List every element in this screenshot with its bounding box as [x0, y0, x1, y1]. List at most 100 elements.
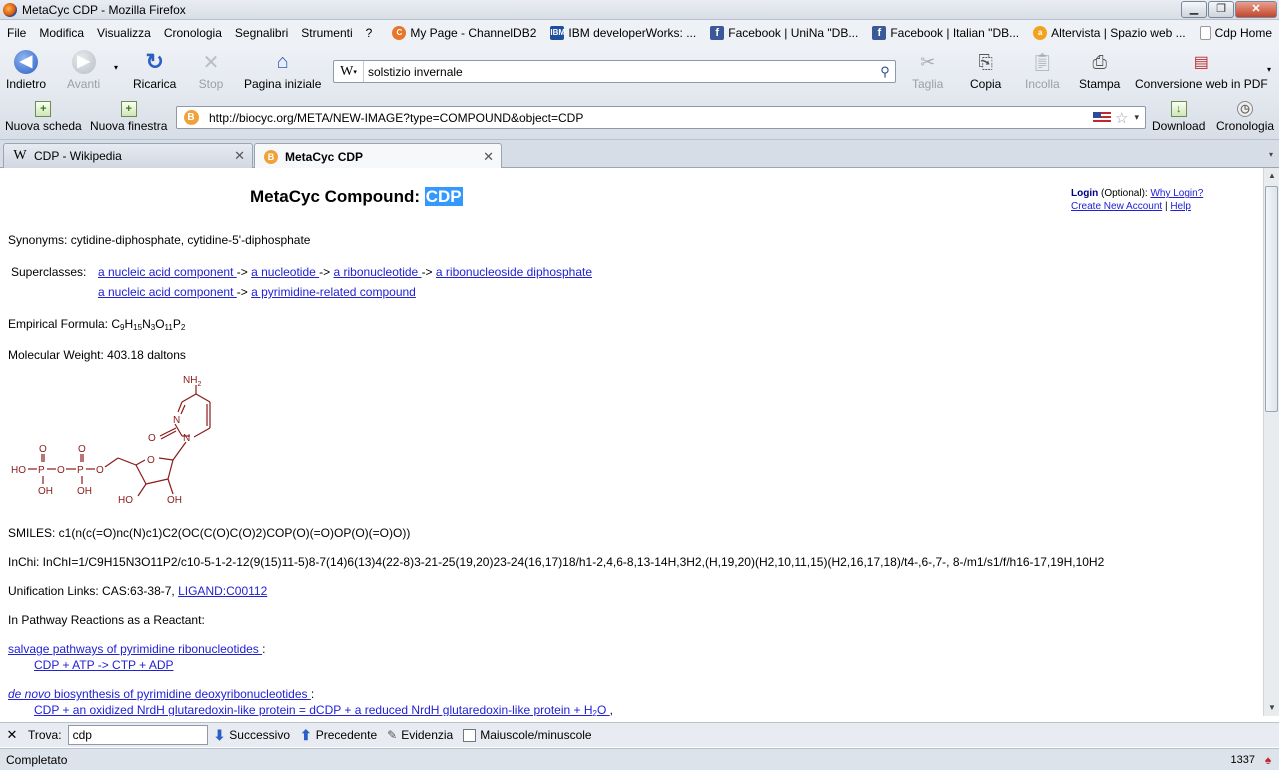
superclasses-label: Superclasses:: [11, 265, 87, 279]
hydroxyl-label: OH: [38, 486, 53, 497]
pencil-icon: ✎: [387, 728, 398, 742]
status-bar: Completato 1337 ♠: [0, 748, 1279, 770]
bookmark-channeldb2[interactable]: C My Page - ChannelDB2: [385, 25, 543, 40]
clipboard-icon: 📋︎: [1030, 51, 1054, 72]
tab-cdp-wikipedia[interactable]: W CDP - Wikipedia ✕: [3, 143, 253, 168]
copy-icon: ⎘: [978, 51, 993, 72]
window-title: MetaCyc CDP - Mozilla Firefox: [22, 2, 186, 17]
find-next-button[interactable]: ⬇ Successivo: [214, 727, 290, 744]
web-to-pdf-button[interactable]: ▤ Conversione web in PDF: [1135, 49, 1268, 91]
create-account-link[interactable]: Create New Account: [1071, 201, 1162, 212]
back-button[interactable]: ◀ Indietro: [6, 49, 46, 91]
superclasses-row-1: a nucleic acid component -> a nucleotide…: [98, 265, 593, 279]
oxygen-label: O: [96, 465, 104, 476]
amine-group-label: NH2: [183, 375, 201, 388]
scroll-down-icon[interactable]: ▼: [1264, 700, 1279, 716]
url-dropdown-icon[interactable]: ▾: [1134, 112, 1139, 123]
bookmark-label: My Page - ChannelDB2: [410, 25, 537, 40]
pathway-link[interactable]: salvage pathways of pyrimidine ribonucle…: [8, 642, 262, 656]
close-tab-icon[interactable]: ✕: [483, 149, 494, 165]
menu-help[interactable]: ?: [359, 26, 379, 40]
clock-icon: ◷: [1237, 101, 1254, 117]
address-bar[interactable]: B ☆ ▾: [176, 106, 1146, 129]
bookmark-label: Facebook | Italian "DB...: [890, 25, 1020, 40]
menu-strumenti[interactable]: Strumenti: [294, 26, 358, 40]
addon-status-icon[interactable]: ♠: [1261, 753, 1275, 767]
title-bar: MetaCyc CDP - Mozilla Firefox ▁ ❐ ✕: [0, 0, 1279, 20]
superclass-link[interactable]: a nucleic acid component: [98, 265, 237, 279]
menu-file[interactable]: File: [0, 26, 32, 40]
reaction-link[interactable]: CDP + an oxidized NrdH glutaredoxin-like…: [34, 703, 610, 716]
menu-visualizza[interactable]: Visualizza: [90, 26, 157, 40]
tab-bar: W CDP - Wikipedia ✕ B MetaCyc CDP ✕ ▾: [0, 140, 1279, 169]
download-button[interactable]: ↓ Download: [1152, 101, 1205, 133]
help-link[interactable]: Help: [1170, 201, 1191, 212]
find-input[interactable]: [67, 725, 208, 745]
wikipedia-search-engine-icon[interactable]: W ▾: [334, 61, 364, 82]
superclass-link[interactable]: a nucleotide: [251, 265, 319, 279]
cdp-structure-diagram: NH2 N N O O OH HO O P O P HO O O OH OH: [11, 375, 211, 506]
search-icon[interactable]: ⚲: [875, 64, 895, 80]
nitrogen-label: N: [183, 433, 190, 444]
minimize-button[interactable]: ▁: [1181, 1, 1207, 18]
pathway-entry: salvage pathways of pyrimidine ribonucle…: [8, 642, 266, 656]
bookmark-ibm[interactable]: IBM IBM developerWorks: ...: [543, 25, 703, 40]
site-identity-icon[interactable]: B: [177, 107, 205, 128]
maximize-button[interactable]: ❐: [1208, 1, 1234, 18]
highlight-all-button[interactable]: ✎ Evidenzia: [387, 728, 453, 742]
biocyc-icon: B: [263, 149, 279, 165]
paste-button[interactable]: 📋︎ Incolla: [1025, 49, 1060, 92]
bookmark-star-icon[interactable]: ☆: [1115, 109, 1128, 127]
stop-button[interactable]: ✕ Stop: [198, 49, 224, 92]
superclass-link[interactable]: a nucleic acid component: [98, 285, 237, 299]
bookmark-facebook-unina[interactable]: f Facebook | UniNa "DB...: [703, 25, 865, 40]
search-box[interactable]: W▾ ⚲: [333, 60, 896, 83]
forward-button[interactable]: ▶ Avanti: [67, 49, 100, 91]
superclasses-row-2: a nucleic acid component -> a pyrimidine…: [98, 285, 416, 299]
arrow-up-icon: ⬆: [300, 726, 312, 743]
vertical-scrollbar[interactable]: ▲ ▼: [1263, 168, 1279, 716]
search-input[interactable]: [364, 64, 875, 79]
menu-modifica[interactable]: Modifica: [32, 26, 90, 40]
why-login-link[interactable]: Why Login?: [1150, 188, 1203, 199]
tab-list-dropdown-icon[interactable]: ▾: [1263, 145, 1279, 165]
url-input[interactable]: [205, 110, 1094, 125]
back-arrow-icon: ◀: [14, 50, 39, 74]
copy-button[interactable]: ⎘ Copia: [970, 49, 1001, 92]
bookmark-altervista[interactable]: a Altervista | Spazio web ...: [1026, 25, 1193, 40]
bookmark-cdp-home[interactable]: Cdp Home: [1193, 25, 1279, 40]
tab-metacyc-cdp[interactable]: B MetaCyc CDP ✕: [254, 143, 502, 169]
reaction-link[interactable]: CDP + ATP -> CTP + ADP: [34, 658, 174, 672]
superclass-link[interactable]: a ribonucleotide: [334, 265, 422, 279]
menu-segnalibri[interactable]: Segnalibri: [228, 26, 294, 40]
oxygen-label: O: [148, 433, 156, 444]
close-find-bar-icon[interactable]: ✕: [2, 727, 22, 743]
close-tab-icon[interactable]: ✕: [234, 148, 245, 164]
home-button[interactable]: ⌂ Pagina iniziale: [244, 49, 321, 92]
find-previous-button[interactable]: ⬆ Precedente: [300, 727, 377, 744]
status-counter: 1337: [1230, 753, 1255, 766]
cut-button[interactable]: ✂ Taglia: [912, 49, 943, 92]
superclass-link[interactable]: a pyrimidine-related compound: [251, 285, 416, 299]
login-link[interactable]: Login: [1071, 188, 1098, 199]
pathways-heading: In Pathway Reactions as a Reactant:: [8, 613, 205, 627]
menu-cronologia[interactable]: Cronologia: [157, 26, 228, 40]
new-tab-button[interactable]: + Nuova scheda: [5, 101, 82, 133]
pathway-link[interactable]: de novo biosynthesis of pyrimidine deoxy…: [8, 687, 311, 701]
ligand-link[interactable]: LIGAND:C00112: [178, 584, 267, 598]
match-case-checkbox[interactable]: Maiuscole/minuscole: [463, 728, 592, 742]
scroll-up-icon[interactable]: ▲: [1264, 168, 1279, 184]
scrollbar-thumb[interactable]: [1265, 186, 1278, 412]
history-button[interactable]: ◷ Cronologia: [1216, 101, 1274, 133]
new-window-button[interactable]: + Nuova finestra: [90, 101, 167, 133]
ring-oxygen-label: O: [147, 455, 155, 466]
bookmark-facebook-italian[interactable]: f Facebook | Italian "DB...: [865, 25, 1026, 40]
toolbar-overflow-icon[interactable]: ▾: [1267, 65, 1271, 74]
reload-button[interactable]: ↻ Ricarica: [133, 49, 176, 91]
print-button[interactable]: ⎙ Stampa: [1079, 49, 1120, 92]
status-text: Completato: [6, 752, 68, 767]
new-tab-icon: +: [35, 101, 52, 117]
superclass-link[interactable]: a ribonucleoside diphosphate: [436, 265, 592, 279]
close-window-button[interactable]: ✕: [1235, 1, 1277, 18]
history-dropdown-icon[interactable]: ▾: [114, 63, 118, 72]
